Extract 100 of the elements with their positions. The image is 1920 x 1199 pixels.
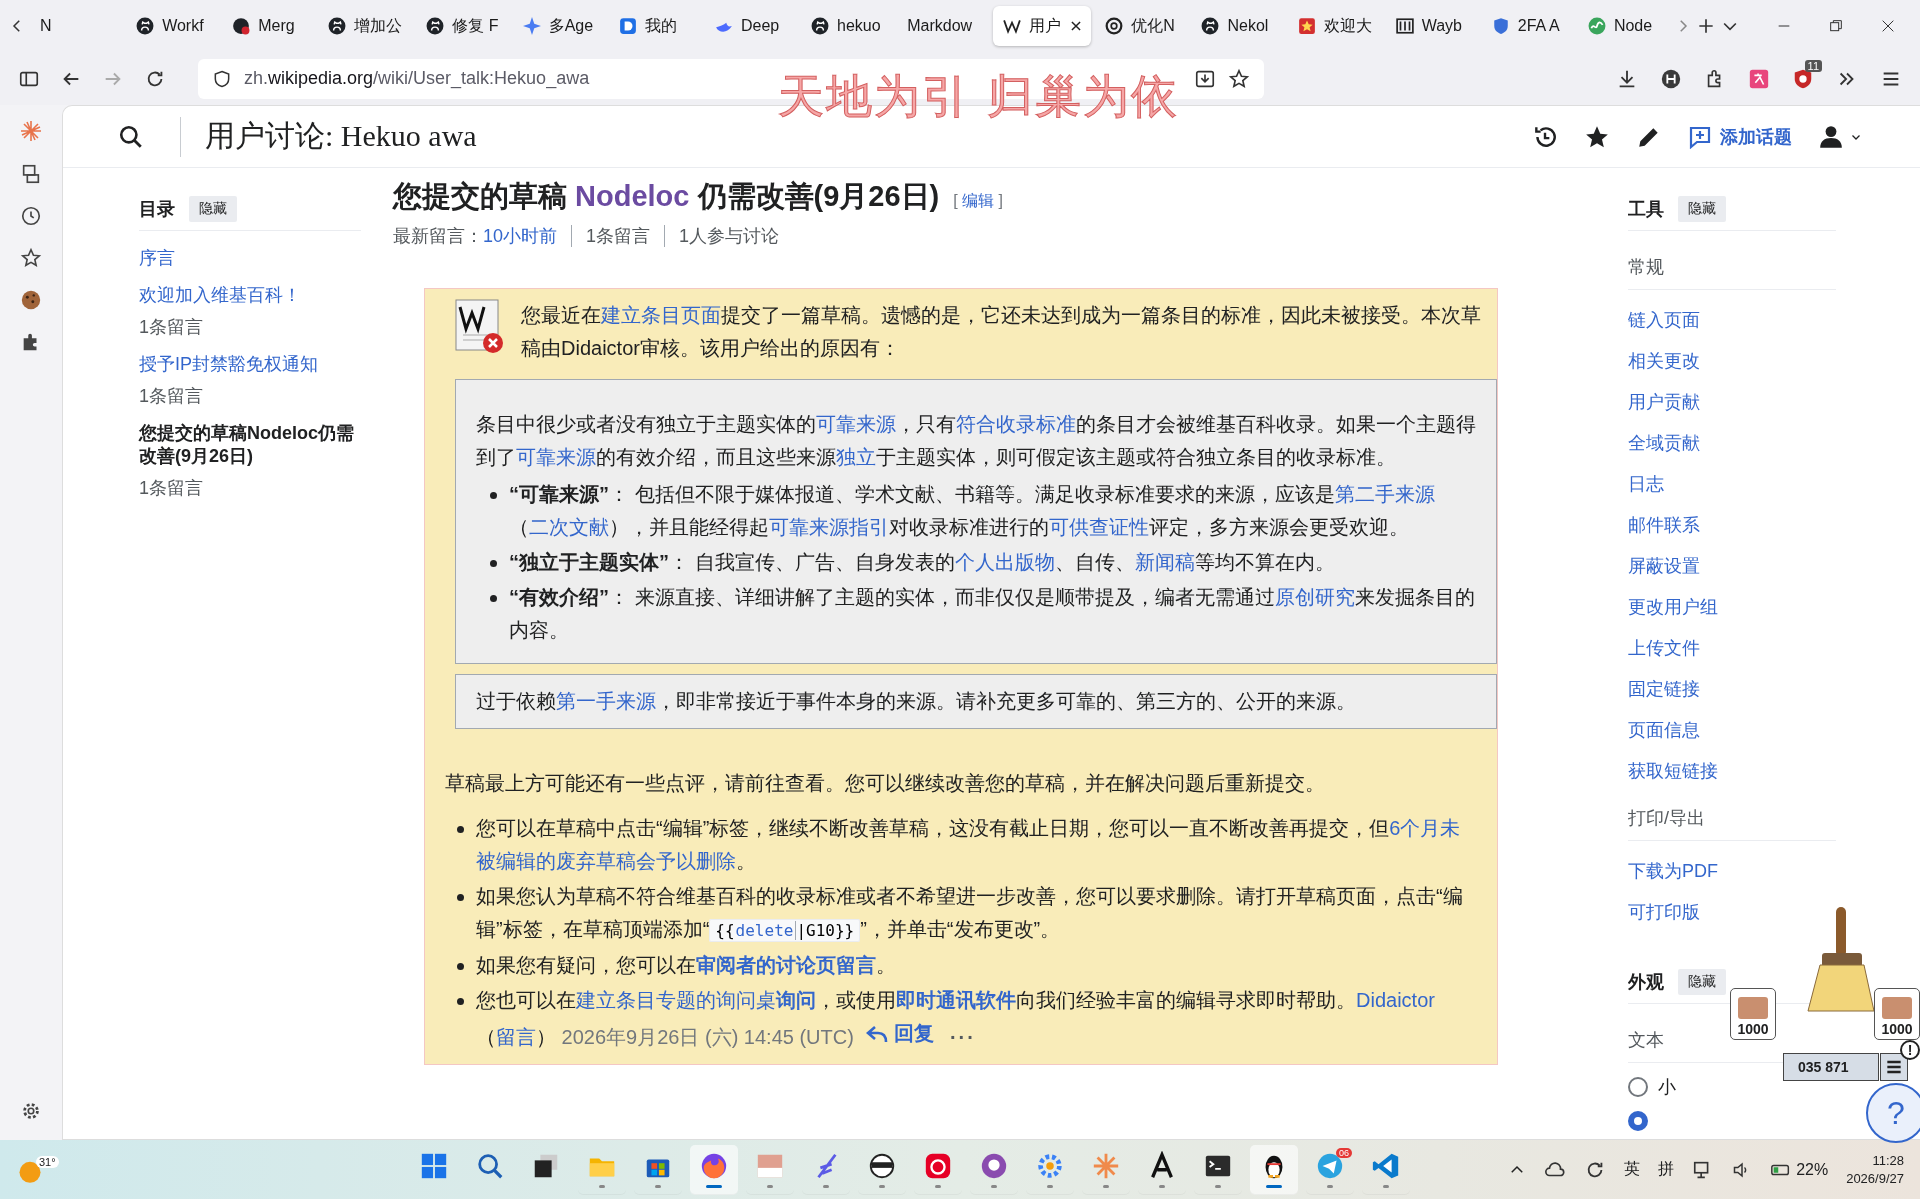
link[interactable]: 10小时前 <box>483 226 558 246</box>
hide-button[interactable]: 隐藏 <box>1678 969 1726 995</box>
link[interactable]: 第二手来源 <box>1334 483 1435 505</box>
toc-item[interactable]: 序言 <box>139 247 361 270</box>
document-error-icon <box>455 299 505 355</box>
browser-tab[interactable]: Deep <box>704 6 798 46</box>
radio-button[interactable] <box>1628 1077 1648 1097</box>
browser-tab[interactable]: hekuo <box>801 6 894 46</box>
appearance-heading: 外观 <box>1628 971 1664 994</box>
browser-tab[interactable]: Markdow <box>897 6 990 46</box>
hide-button[interactable]: 隐藏 <box>1678 196 1726 222</box>
burst-icon <box>1091 1151 1121 1181</box>
link[interactable]: 可靠来源 <box>516 446 596 468</box>
link[interactable]: 被编辑的废弃草稿会予以删除 <box>476 850 736 872</box>
paragraph: 草稿最上方可能还有一些点评，请前往查看。您可以继续改善您的草稿，并在解决问题后重新提交。 <box>445 771 1326 796</box>
translate-icon[interactable] <box>1748 67 1770 90</box>
tool-link[interactable]: 全域贡献 <box>1628 423 1836 464</box>
tool-link[interactable]: 相关更改 <box>1628 341 1836 382</box>
link[interactable]: 可靠来源 <box>816 413 896 435</box>
search-icon[interactable] <box>118 123 144 150</box>
tool-link[interactable]: 可打印版 <box>1628 892 1836 933</box>
link[interactable]: 可靠来源指引 <box>769 516 889 538</box>
clock-icon[interactable] <box>20 205 42 227</box>
link[interactable]: Nodeloc <box>575 180 690 212</box>
link[interactable]: 可供查证性 <box>1049 516 1149 538</box>
edit-link: [ 编辑 ] <box>953 192 1004 209</box>
device-icon[interactable] <box>20 163 42 185</box>
browser-tab[interactable]: 增加公 <box>318 6 413 46</box>
browser-tab[interactable]: Node <box>1577 6 1671 46</box>
restore-icon[interactable] <box>1828 18 1845 34</box>
toc-item[interactable]: 欢迎加入维基百科！ <box>139 284 361 307</box>
taskbar-button[interactable]: 06 <box>1306 1144 1354 1195</box>
toc-heading: 目录 <box>139 198 175 221</box>
browser-tab[interactable]: Wayb <box>1385 6 1478 46</box>
taskbar-button[interactable] <box>1250 1144 1298 1195</box>
tool-link[interactable]: 下载为PDF <box>1628 851 1836 892</box>
clock-date[interactable]: 2026/9/27 <box>1846 1169 1904 1188</box>
add-topic-button[interactable]: 添加话题 <box>1688 124 1792 149</box>
input-mode[interactable]: 拼 <box>1658 1159 1675 1180</box>
toc-item[interactable]: 授予IP封禁豁免权通知 <box>139 353 361 376</box>
tool-link[interactable]: 获取短链接 <box>1628 751 1836 792</box>
link[interactable]: 原创研究 <box>1274 586 1355 608</box>
browser-tab[interactable]: 欢迎大 <box>1287 6 1382 46</box>
settings-icon[interactable] <box>20 1100 42 1122</box>
more-button[interactable]: ··· <box>949 1025 976 1048</box>
latest-comment: 最新留言：10小时前 <box>393 225 558 248</box>
link[interactable]: 审阅者的讨论页留言 <box>696 954 876 976</box>
tool-link[interactable]: 固定链接 <box>1628 669 1836 710</box>
knot-icon <box>1105 17 1124 35</box>
link[interactable]: 6个月未 <box>1389 817 1461 839</box>
star-outline-icon[interactable] <box>1228 67 1250 90</box>
clock-time[interactable]: 11:28 <box>1872 1151 1904 1170</box>
reply-link[interactable]: 回复 <box>865 1017 934 1050</box>
toc-item[interactable]: 您提交的草稿Nodeloc仍需改善(9月26日) <box>139 422 361 468</box>
radio-button[interactable] <box>1628 1111 1648 1131</box>
cookie-icon[interactable] <box>20 289 42 311</box>
tool-link[interactable]: 邮件联系 <box>1628 505 1836 546</box>
list-item-text: “可靠来源”： 包括但不限于媒体报道、学术文献、书籍等。满足收录标准要求的来源，应该是第二手来源 （二次文献），并且能经得起可靠来源指引对收录标准进行的可供查证性评定，多方来源会更受欢迎。 <box>509 482 1436 540</box>
link[interactable]: 新闻稿 <box>1134 551 1195 573</box>
link[interactable]: 编辑 <box>962 192 995 209</box>
link[interactable]: 个人出版物 <box>954 551 1055 573</box>
link[interactable]: 独立 <box>836 446 876 468</box>
bullet <box>490 560 497 567</box>
link[interactable]: Didaictor <box>1356 989 1435 1011</box>
browser-tab[interactable]: 优化N <box>1095 6 1188 46</box>
star-outline-icon[interactable] <box>20 247 42 269</box>
tool-link[interactable]: 屏蔽设置 <box>1628 546 1836 587</box>
browser-tab[interactable]: Workf <box>126 6 219 46</box>
link[interactable]: 留言 <box>496 1025 536 1048</box>
hide-button[interactable]: 隐藏 <box>189 196 237 222</box>
input-language[interactable]: 英 <box>1624 1159 1641 1180</box>
link[interactable]: 询问 <box>776 989 816 1011</box>
tool-link[interactable]: 页面信息 <box>1628 710 1836 751</box>
browser-tab[interactable]: N <box>30 6 123 46</box>
browser-tab[interactable]: 我的 <box>608 6 701 46</box>
link[interactable]: 即时通讯软件 <box>896 989 1016 1011</box>
h-circle-icon[interactable] <box>1660 67 1682 90</box>
link[interactable]: 建立条目专题的询问桌 <box>576 989 776 1011</box>
browser-tab[interactable]: 2FA A <box>1481 6 1574 46</box>
list-item-text: 如果您认为草稿不符合维基百科的收录标准或者不希望进一步改善，您可以要求删除。请打开草稿页面，点击“编辑”标签，在草稿顶端添加“ {{delete |G10}} ”，并单击“发布更改”。 <box>476 884 1464 944</box>
cat-badge: 1000 <box>1874 988 1920 1040</box>
tool-link[interactable]: 链入页面 <box>1628 300 1836 341</box>
tool-link[interactable]: 日志 <box>1628 464 1836 505</box>
bullet <box>490 492 497 499</box>
tool-link[interactable]: 用户贡献 <box>1628 382 1836 423</box>
link[interactable]: 二次文献 <box>529 516 609 538</box>
tool-link[interactable]: 更改用户组 <box>1628 587 1836 628</box>
close-icon[interactable] <box>1069 19 1084 33</box>
browser-tab[interactable]: Nekol <box>1191 6 1284 46</box>
browser-tab[interactable]: 用户 <box>993 6 1092 46</box>
browser-tab[interactable]: 多Age <box>512 6 605 46</box>
link[interactable]: 符合收录标准 <box>956 413 1076 435</box>
user-icon[interactable] <box>1818 123 1844 150</box>
browser-tab[interactable]: 修复 F <box>416 6 509 46</box>
notification-badge: 06 <box>1336 1147 1352 1158</box>
tool-link[interactable]: 上传文件 <box>1628 628 1836 669</box>
browser-tab[interactable]: Merg <box>222 6 315 46</box>
link[interactable]: 第一手来源 <box>556 690 656 712</box>
link[interactable]: 建立条目页面 <box>601 304 721 326</box>
asterisk-icon[interactable] <box>19 119 43 143</box>
